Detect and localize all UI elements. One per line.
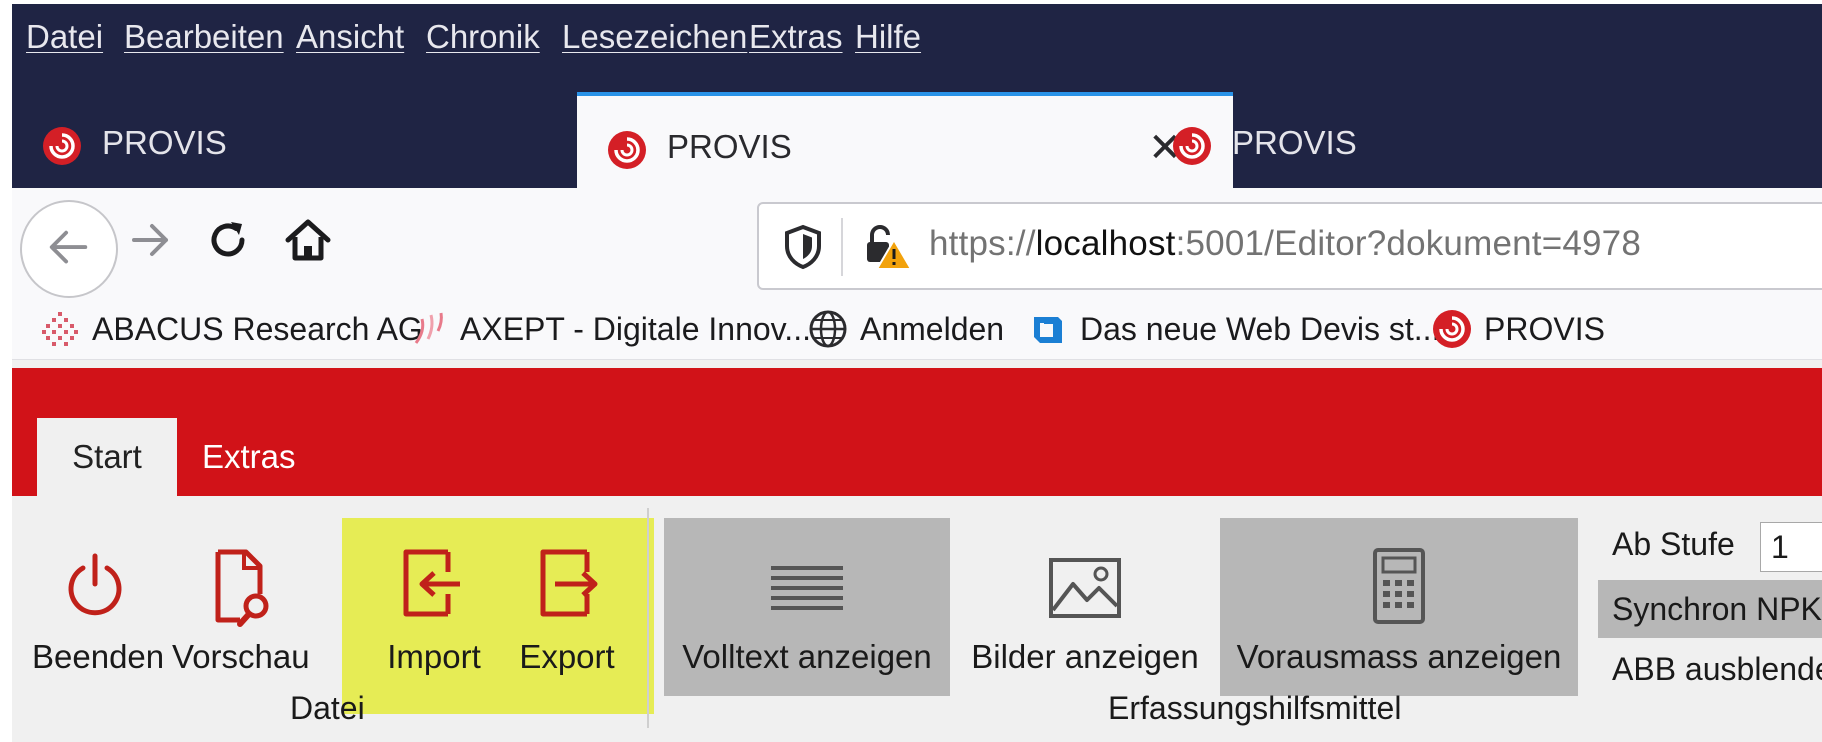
button-label: Beenden	[32, 638, 165, 675]
provis-icon	[1433, 310, 1471, 348]
menu-bar: Datei Bearbeiten Ansicht Chronik Lesezei…	[12, 4, 1822, 84]
volltext-anzeigen-button[interactable]: Volltext anzeigen	[664, 518, 950, 696]
tab-label: PROVIS	[102, 124, 227, 161]
calculator-icon	[1373, 548, 1425, 624]
button-label: Bilder anzeigen	[971, 638, 1199, 675]
app-tab-start[interactable]: Start	[37, 418, 177, 496]
provis-icon	[43, 127, 81, 165]
url-rest: :5001/Editor?dokument=4978	[1175, 224, 1642, 263]
ab-stufe-input[interactable]	[1760, 522, 1822, 572]
address-bar[interactable]: https://localhost:5001/Editor?dokument=4…	[757, 202, 1822, 290]
reload-icon[interactable]	[198, 210, 258, 270]
bookmark-label: Das neue Web Devis st...	[1080, 310, 1441, 347]
provis-icon	[1173, 127, 1211, 165]
menu-hilfe[interactable]: Hilfe	[855, 18, 921, 56]
group-label-erfassungshilfsmittel: Erfassungshilfsmittel	[1108, 690, 1402, 726]
bookmark-web-devis[interactable]: Das neue Web Devis st...	[1028, 298, 1440, 360]
browser-tab-3[interactable]: PROVIS	[1142, 92, 1798, 188]
menu-extras[interactable]: Extras	[749, 18, 843, 56]
bilder-anzeigen-button[interactable]: Bilder anzeigen	[962, 518, 1208, 696]
bookmark-abacus[interactable]: ABACUS Research AG	[40, 298, 423, 360]
browser-tab-1[interactable]: PROVIS ✕	[12, 92, 668, 188]
url-scheme: https://	[929, 224, 1036, 263]
power-icon	[68, 553, 122, 616]
provis-icon	[608, 131, 646, 169]
menu-bearbeiten[interactable]: Bearbeiten	[124, 18, 284, 56]
button-label: Volltext anzeigen	[682, 638, 932, 675]
ab-stufe-label: Ab Stufe	[1612, 526, 1735, 562]
vorausmass-anzeigen-button[interactable]: Vorausmass anzeigen	[1220, 518, 1578, 696]
menu-chronik[interactable]: Chronik	[426, 18, 540, 56]
bookmark-label: AXEPT - Digitale Innov...	[460, 310, 811, 347]
group-divider	[647, 508, 649, 728]
bookmark-label: Anmelden	[860, 310, 1005, 347]
ribbon: Beenden Vorschau Import Export Datei Vol…	[12, 496, 1822, 742]
beenden-button[interactable]: Beenden	[32, 518, 165, 696]
button-label: Import	[387, 638, 481, 675]
bookmark-provis[interactable]: PROVIS	[1432, 298, 1605, 360]
navigation-toolbar: https://localhost:5001/Editor?dokument=4…	[12, 188, 1822, 298]
back-button[interactable]	[20, 200, 118, 298]
abacus-icon	[42, 312, 78, 346]
devis-icon	[1034, 317, 1062, 343]
shield-icon[interactable]	[783, 224, 823, 270]
arrow-right-icon[interactable]	[120, 210, 180, 270]
bookmark-anmelden[interactable]: Anmelden	[808, 298, 1004, 360]
bookmark-label: PROVIS	[1484, 310, 1605, 347]
bookmark-axept[interactable]: AXEPT - Digitale Innov...	[412, 298, 811, 360]
axept-icon	[414, 312, 443, 344]
export-icon	[540, 549, 598, 617]
bookmark-label: ABACUS Research AG	[92, 310, 423, 347]
group-label-datei: Datei	[290, 690, 365, 726]
arrow-left-icon	[49, 230, 88, 264]
browser-window: Datei Bearbeiten Ansicht Chronik Lesezei…	[12, 4, 1822, 742]
document-preview-icon	[215, 549, 269, 627]
browser-tab-2[interactable]: PROVIS ✕	[577, 92, 1233, 188]
home-icon[interactable]	[278, 210, 338, 270]
export-button[interactable]: Export	[502, 518, 632, 696]
vorschau-button[interactable]: Vorschau	[172, 518, 310, 696]
image-icon	[1049, 558, 1121, 618]
app-header: Start Extras	[12, 368, 1822, 496]
menu-lesezeichen[interactable]: Lesezeichen	[562, 18, 747, 56]
globe-icon	[809, 310, 847, 348]
menu-datei[interactable]: Datei	[26, 18, 103, 56]
abb-ausblenden-toggle[interactable]: ABB ausblenden	[1598, 640, 1822, 698]
url-divider	[841, 218, 843, 276]
import-icon	[403, 549, 460, 617]
button-label: Vorschau	[172, 638, 310, 675]
insecure-lock-icon[interactable]	[863, 222, 913, 272]
text-lines-icon	[771, 566, 843, 610]
options-panel: Ab Stufe Synchron NPK ABB ausblenden	[1598, 518, 1822, 708]
tab-strip: PROVIS ✕ PROVIS ✕ PROVIS	[12, 84, 1822, 188]
button-label: Vorausmass anzeigen	[1236, 638, 1562, 675]
synchron-npk-toggle[interactable]: Synchron NPK	[1598, 580, 1822, 638]
app-tab-extras[interactable]: Extras	[202, 418, 296, 496]
tab-label: PROVIS	[667, 128, 792, 165]
menu-ansicht[interactable]: Ansicht	[296, 18, 404, 56]
import-button[interactable]: Import	[378, 518, 490, 696]
url-host: localhost	[1035, 224, 1176, 263]
button-label: Export	[519, 638, 615, 675]
tab-label: PROVIS	[1232, 124, 1357, 161]
url-text[interactable]: https://localhost:5001/Editor?dokument=4…	[929, 224, 1641, 264]
bookmarks-toolbar: ABACUS Research AG AXEPT - Digitale Inno…	[12, 298, 1822, 360]
